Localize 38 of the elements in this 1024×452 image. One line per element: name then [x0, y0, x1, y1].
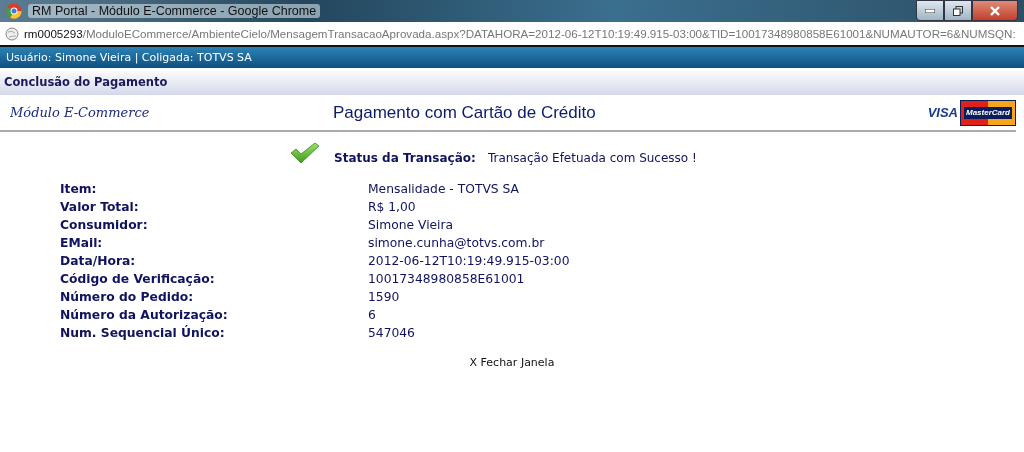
detail-value: R$ 1,00 [368, 199, 417, 216]
detail-label: Data/Hora: [60, 253, 137, 270]
detail-value: simone.cunha@totvs.com.br [368, 235, 546, 252]
close-window-link[interactable]: X Fechar Janela [469, 356, 555, 369]
detail-value: 2012-06-12T10:19:49.915-03:00 [368, 253, 571, 270]
card-logo-text: MasterCard [964, 106, 1012, 119]
minimize-icon [925, 8, 935, 13]
card-logo: VISA [927, 105, 958, 120]
detail-label: Número da Autorização: [60, 307, 229, 324]
detail-label: Valor Total: [60, 199, 140, 216]
status-label: Status da Transação: [334, 151, 476, 165]
user-info: Usuário: Simone Vieira | Coligada: TOTVS SA [6, 51, 252, 64]
restore-icon [953, 5, 963, 16]
minimize-button[interactable] [916, 0, 944, 21]
detail-value: 547046 [368, 325, 416, 342]
section-title: Conclusão do Pagamento [4, 74, 168, 89]
close-icon [990, 5, 1000, 16]
browser-logo-icon [6, 3, 22, 19]
window-title: RM Portal - Módulo E-Commerce - Google Chrome [28, 4, 321, 18]
check-icon [290, 142, 320, 164]
detail-value: 6 [368, 307, 377, 324]
url-text: rm0005293/ModuloECommerce/AmbienteCielo/MensagemTransacaoAprovada.aspx?DATAHORA=2012-06-12T10:19:49.915-03:00&TID=10017348980858E61001&NUMAUTOR=6&NUMSQN: [24, 27, 1016, 40]
detail-value: 1590 [368, 289, 401, 306]
detail-label: Consumidor: [60, 217, 149, 234]
detail-label: Número do Pedido: [60, 289, 195, 306]
restore-button[interactable] [944, 0, 972, 21]
detail-label: Código de Verificação: [60, 271, 216, 288]
detail-label: Num. Sequencial Único: [60, 324, 226, 342]
close-button[interactable] [972, 0, 1018, 21]
page-title: Pagamento com Cartão de Crédito [333, 102, 596, 123]
detail-label: EMail: [60, 235, 104, 252]
detail-value: Simone Vieira [368, 217, 455, 234]
detail-value: 10017348980858E61001 [368, 271, 526, 288]
globe-icon [5, 26, 19, 41]
status-value: Transação Efetuada com Sucesso ! [487, 151, 697, 165]
detail-value: Mensalidade - TOTVS SA [368, 181, 520, 198]
module-name: Módulo E-Commerce [10, 105, 151, 120]
detail-label: Item: [60, 181, 98, 198]
